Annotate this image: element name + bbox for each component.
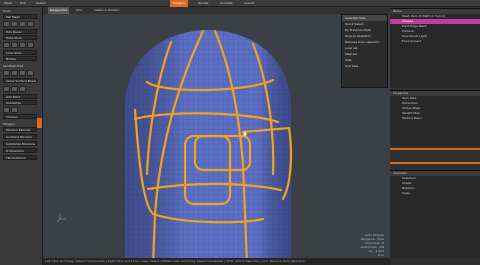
tool-icon[interactable]: [3, 70, 10, 76]
selection-sets-popup[interactable]: Selected Sets Quick Select By Previous M…: [341, 14, 388, 88]
info-line: 0 m: [378, 253, 384, 257]
tab-grid[interactable]: Grid: [74, 7, 84, 14]
menu-item-2[interactable]: Select: [36, 0, 45, 7]
tool-3[interactable]: Loop Slice: [3, 50, 37, 55]
tool-6[interactable]: Add Point: [3, 94, 37, 99]
vertex-marker: [243, 132, 247, 136]
menu-item-4[interactable]: Render: [198, 0, 209, 7]
tool-11[interactable]: Subdivide Polygons: [3, 141, 37, 146]
tool-icon[interactable]: [11, 107, 18, 113]
3d-viewport[interactable]: Auto Shapes Polygons : Face Channels : 0…: [43, 14, 390, 265]
tool-9[interactable]: Polygon Extrude: [3, 127, 37, 132]
status-bar: Left Click and Drag: Select Components |…: [43, 258, 390, 265]
item-row[interactable]: Environment: [390, 39, 480, 44]
menu-item-3[interactable]: Polygon: [170, 0, 188, 7]
tool-icon[interactable]: [3, 21, 10, 27]
tool-icon[interactable]: [3, 107, 10, 113]
tab-instance[interactable]: Instance Position: [92, 7, 121, 14]
tool-12[interactable]: Tri Polygons: [3, 148, 37, 153]
tool-5[interactable]: Apply Surface Bevel: [3, 78, 37, 83]
toolbox-section-1: Sel Mesh Edit: [3, 64, 24, 68]
items-panel: Items Mesh Item (0.3907,0.74,0.0) Shapes…: [390, 8, 480, 88]
divider-bar: [390, 148, 480, 150]
menu-item-1[interactable]: Edit: [20, 0, 26, 7]
tool-icon[interactable]: [19, 42, 26, 48]
tool-4[interactable]: Bridge: [3, 56, 37, 61]
tab-perspective[interactable]: Perspective: [48, 7, 70, 14]
active-tab-marker: [37, 118, 42, 128]
tool-icon[interactable]: [27, 42, 34, 48]
tool-0[interactable]: Tab Mesh: [3, 14, 37, 19]
tool-icon[interactable]: [27, 70, 34, 76]
divider-bar: [390, 162, 480, 164]
tool-icon[interactable]: [19, 21, 26, 27]
prop-row[interactable]: Texture Maps: [390, 116, 480, 121]
tool-7[interactable]: Subdivide: [3, 100, 37, 105]
channels-panel: Channels Selection Shape Rotation Scale: [390, 170, 480, 258]
mesh-canvas[interactable]: [43, 14, 390, 265]
tool-icon[interactable]: [11, 42, 18, 48]
tool-10[interactable]: Contract Polygon: [3, 134, 37, 139]
tool-icon[interactable]: [3, 42, 10, 48]
axis-gizmo: [56, 213, 66, 223]
menu-item-0[interactable]: Mesh: [4, 0, 12, 7]
tool-2[interactable]: Edge Slice: [3, 35, 37, 40]
channel-row[interactable]: Scale: [390, 191, 480, 196]
popup-item[interactable]: Sub Sets: [342, 63, 387, 69]
toolbox-section-0: Tools: [3, 9, 11, 13]
tool-1[interactable]: Poly Bevel: [3, 29, 37, 34]
tool-13[interactable]: Flip Polygons: [3, 155, 37, 160]
menu-item-5[interactable]: Animate: [220, 0, 233, 7]
menu-bar: [0, 0, 480, 7]
tool-icon[interactable]: [19, 70, 26, 76]
tool-8[interactable]: Thicken: [3, 114, 37, 119]
properties-panel: Properties Item Sets Deformers Vertex Ma…: [390, 90, 480, 146]
tool-icon[interactable]: [11, 70, 18, 76]
tool-icon[interactable]: [19, 86, 26, 92]
toolbox-section-2: Polygon: [3, 122, 15, 126]
tool-icon[interactable]: [11, 86, 18, 92]
tool-icon[interactable]: [3, 86, 10, 92]
viewport-info: Auto Shapes Polygons : Face Channels : 0…: [361, 233, 384, 257]
tool-icon[interactable]: [11, 21, 18, 27]
menu-item-6[interactable]: Layout: [244, 0, 254, 7]
tool-icon[interactable]: [27, 21, 34, 27]
